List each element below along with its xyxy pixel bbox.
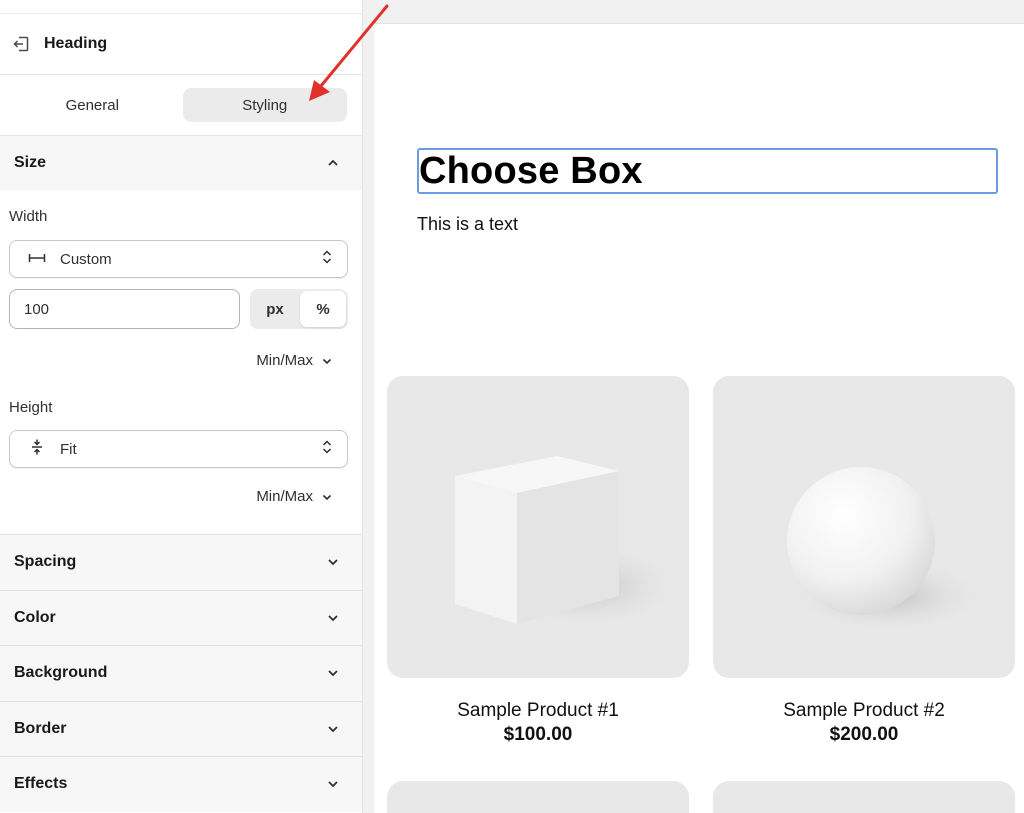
width-minmax-label: Min/Max (256, 352, 313, 369)
section-size-title: Size (14, 154, 47, 171)
product-image-cube[interactable] (387, 376, 689, 678)
height-mode-select[interactable]: Fit (9, 430, 348, 468)
height-minmax-label: Min/Max (256, 488, 313, 505)
product-price: $100.00 (503, 724, 573, 745)
chevron-down-icon (321, 491, 333, 503)
section-size-body: Width Custom 100 px % Min/Max Height Fit… (0, 190, 362, 534)
product-image-sphere[interactable] (713, 376, 1015, 678)
unit-px-button[interactable]: px (252, 291, 298, 327)
width-value-row: 100 px % (9, 289, 348, 329)
section-border-title: Border (14, 719, 67, 737)
width-label: Width (9, 208, 48, 225)
product-name[interactable]: Sample Product #2 (713, 700, 1015, 722)
canvas-top-bar (374, 0, 1024, 24)
section-size-header[interactable]: Size (0, 136, 362, 190)
section-color-header[interactable]: Color (0, 589, 362, 645)
chevron-down-icon (321, 355, 333, 367)
product-card-partial[interactable] (713, 781, 1015, 813)
product-card[interactable]: Sample Product #1 $100.00 (387, 376, 689, 746)
section-effects-title: Effects (14, 775, 68, 793)
settings-panel: Heading General Styling Size Width Custo… (0, 0, 363, 813)
section-spacing-header[interactable]: Spacing (0, 534, 362, 590)
width-value-input[interactable]: 100 (9, 289, 240, 329)
canvas-text[interactable]: This is a text (417, 214, 518, 235)
width-minmax-toggle[interactable]: Min/Max (256, 352, 347, 369)
height-minmax-toggle[interactable]: Min/Max (256, 488, 347, 505)
chevron-up-icon (326, 156, 340, 170)
section-spacing-title: Spacing (14, 553, 77, 571)
cube-icon (455, 456, 682, 631)
height-mode-value: Fit (60, 440, 77, 458)
chevron-down-icon (326, 666, 340, 680)
select-arrows-icon (321, 438, 333, 460)
width-mode-value: Custom (60, 250, 112, 268)
product-name[interactable]: Sample Product #1 (387, 700, 689, 722)
unit-percent-button[interactable]: % (300, 291, 346, 327)
sphere-icon (787, 467, 988, 636)
product-card-partial[interactable] (387, 781, 689, 813)
unit-toggle: px % (250, 289, 348, 329)
section-background-header[interactable]: Background (0, 645, 362, 701)
tab-general[interactable]: General (10, 88, 175, 122)
canvas-heading[interactable]: Choose Box (419, 150, 643, 193)
preview-canvas: Choose Box This is a text Sample Product… (374, 0, 1024, 813)
chevron-down-icon (326, 722, 340, 736)
width-mode-select[interactable]: Custom (9, 240, 348, 278)
product-price: $200.00 (829, 724, 899, 745)
horizontal-width-icon (28, 251, 46, 268)
select-arrows-icon (321, 248, 333, 270)
section-effects-header[interactable]: Effects (0, 756, 362, 812)
selected-heading-block[interactable]: Choose Box (417, 148, 998, 194)
chevron-down-icon (326, 555, 340, 569)
section-background-title: Background (14, 664, 108, 682)
chevron-down-icon (326, 777, 340, 791)
height-label: Height (9, 399, 53, 416)
product-card[interactable]: Sample Product #2 $200.00 (713, 376, 1015, 746)
vertical-fit-icon (28, 438, 46, 460)
chevron-down-icon (326, 611, 340, 625)
section-border-header[interactable]: Border (0, 700, 362, 756)
section-color-title: Color (14, 608, 56, 626)
back-icon[interactable] (12, 35, 30, 53)
annotation-arrow-icon (309, 4, 389, 101)
panel-title: Heading (44, 35, 108, 52)
